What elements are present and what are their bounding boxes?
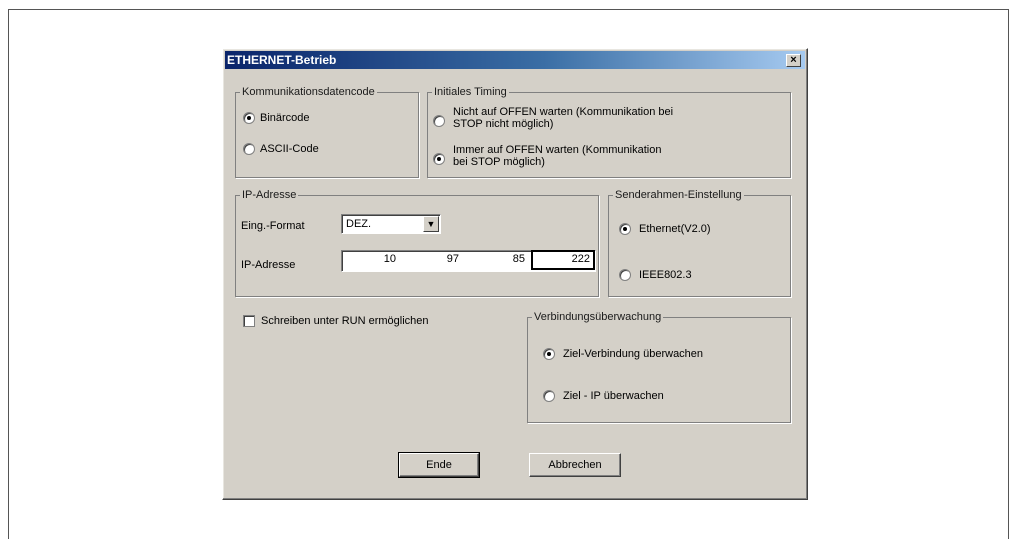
close-button[interactable]: × <box>786 54 801 67</box>
radio-ziel-ip[interactable] <box>543 390 555 402</box>
radio-timing-nicht-warten[interactable] <box>433 115 445 127</box>
radio-ziel-verbindung[interactable] <box>543 348 555 360</box>
timing-legend: Initiales Timing <box>434 86 507 98</box>
comm-code-group: Kommunikationsdatencode <box>235 86 419 178</box>
timing-option-2-line-2: bei STOP möglich) <box>453 156 545 168</box>
radio-ascii-code-label: ASCII-Code <box>260 143 319 155</box>
radio-timing-immer-warten-label: Immer auf OFFEN warten (Kommunikation be… <box>453 144 661 168</box>
ip-address-label: IP-Adresse <box>241 259 296 271</box>
input-format-label: Eing.-Format <box>241 220 305 232</box>
input-format-value: DEZ. <box>346 218 372 230</box>
radio-timing-nicht-warten-label: Nicht auf OFFEN warten (Kommunikation be… <box>453 106 673 130</box>
ip-octet-4-focus[interactable]: 222 <box>531 250 595 270</box>
dialog-title: ETHERNET-Betrieb <box>227 53 337 67</box>
chevron-down-icon[interactable]: ▼ <box>423 216 439 232</box>
ip-octet-1[interactable]: 10 <box>342 253 396 265</box>
radio-binaercode-label: Binärcode <box>260 112 310 124</box>
comm-code-legend: Kommunikationsdatencode <box>242 86 375 98</box>
run-write-checkbox[interactable] <box>243 315 255 327</box>
ip-octet-4[interactable]: 222 <box>572 253 590 265</box>
timing-option-1-line-1: Nicht auf OFFEN warten (Kommunikation be… <box>453 106 674 118</box>
radio-ziel-ip-label: Ziel - IP überwachen <box>563 390 664 402</box>
monitor-legend: Verbindungsüberwachung <box>534 311 662 323</box>
timing-option-2-line-1: Immer auf OFFEN warten (Kommunikation <box>453 144 662 156</box>
ip-group: IP-Adresse <box>235 189 599 297</box>
monitor-group: Verbindungsüberwachung <box>527 311 791 423</box>
ip-octet-2[interactable]: 97 <box>404 253 459 265</box>
radio-ieee8023[interactable] <box>619 269 631 281</box>
frame-setting-legend: Senderahmen-Einstellung <box>615 189 742 201</box>
ip-address-field[interactable]: 10 97 85 222 <box>341 250 596 272</box>
abbrechen-button[interactable]: Abbrechen <box>529 453 621 477</box>
radio-ethernet-v2-label: Ethernet(V2.0) <box>639 223 711 235</box>
radio-binaercode[interactable] <box>243 112 255 124</box>
timing-option-1-line-2: STOP nicht möglich) <box>453 118 554 130</box>
dialog-titlebar: ETHERNET-Betrieb × <box>225 51 805 69</box>
ende-button[interactable]: Ende <box>398 452 480 478</box>
run-write-label: Schreiben unter RUN ermöglichen <box>261 315 429 327</box>
ip-octet-3[interactable]: 85 <box>467 253 525 265</box>
radio-ascii-code[interactable] <box>243 143 255 155</box>
input-format-select[interactable]: DEZ. ▼ <box>341 214 441 234</box>
close-icon: × <box>790 54 797 66</box>
radio-ethernet-v2[interactable] <box>619 223 631 235</box>
frame-setting-group: Senderahmen-Einstellung <box>608 189 791 297</box>
ethernet-dialog: ETHERNET-Betrieb × Kommunikationsdatenco… <box>222 48 808 500</box>
radio-ziel-verbindung-label: Ziel-Verbindung überwachen <box>563 348 704 360</box>
ip-legend: IP-Adresse <box>242 189 297 201</box>
radio-ieee8023-label: IEEE802.3 <box>639 269 692 281</box>
radio-timing-immer-warten[interactable] <box>433 153 445 165</box>
